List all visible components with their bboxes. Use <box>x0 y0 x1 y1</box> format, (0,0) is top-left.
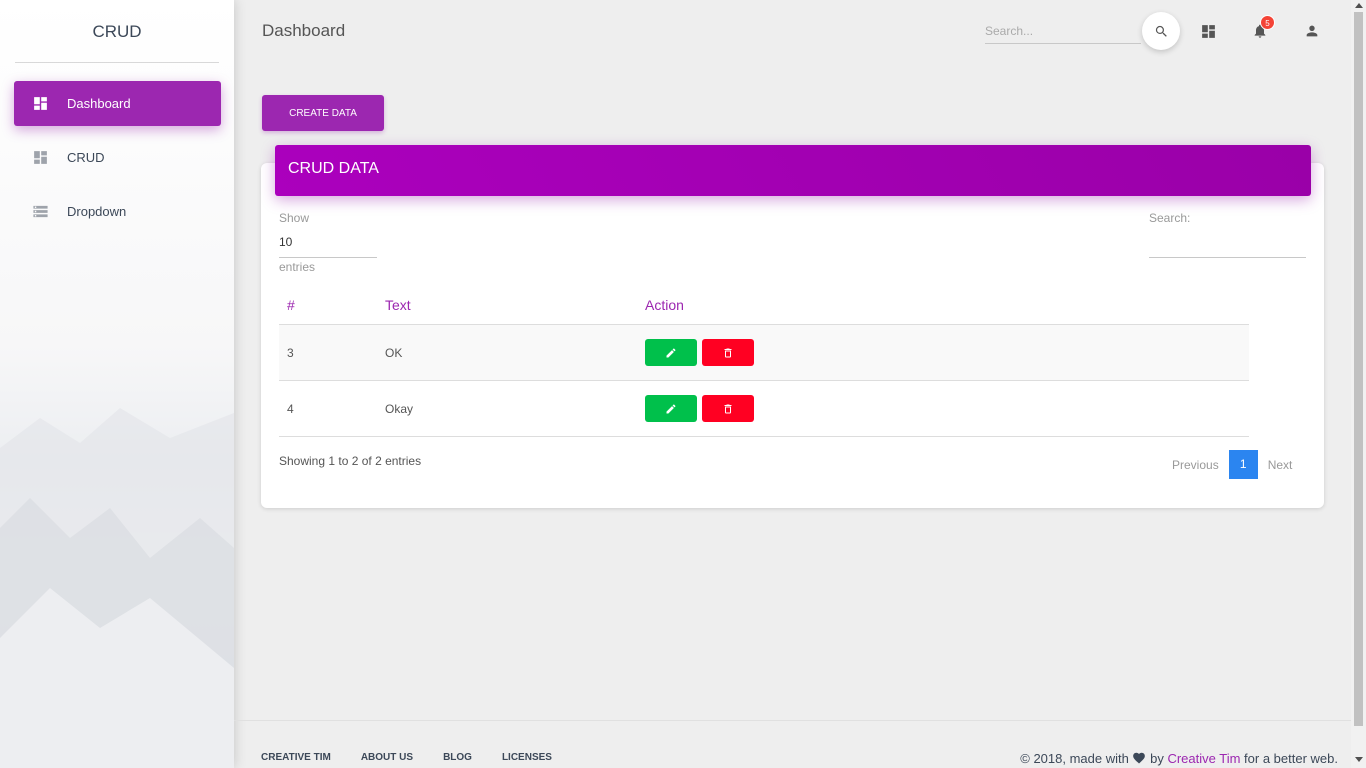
footer-link-about-us[interactable]: ABOUT US <box>361 752 413 763</box>
crud-table: # Text Action 3 OK 4 Okay <box>279 285 1249 437</box>
storage-icon <box>32 203 49 220</box>
notification-badge: 5 <box>1260 15 1275 30</box>
table-search-input[interactable] <box>1149 233 1306 258</box>
row-actions <box>644 395 1249 422</box>
search-button[interactable] <box>1142 12 1180 50</box>
table-info: Showing 1 to 2 of 2 entries <box>279 454 422 468</box>
scroll-up-icon[interactable] <box>1355 3 1363 8</box>
copyright: © 2018, made with by Creative Tim for a … <box>1020 751 1338 766</box>
column-header-id[interactable]: # <box>279 297 385 313</box>
creative-tim-link[interactable]: Creative Tim <box>1167 751 1240 766</box>
sidebar-item-label: CRUD <box>67 150 105 165</box>
navbar: Dashboard 5 <box>234 0 1351 63</box>
sidebar-item-crud[interactable]: CRUD <box>14 135 221 180</box>
footer-links: CREATIVE TIM ABOUT US BLOG LICENSES <box>261 752 552 763</box>
column-header-text[interactable]: Text <box>385 297 644 313</box>
sidebar-nav: Dashboard CRUD Dropdown <box>0 63 234 234</box>
sidebar: CRUD Dashboard CRUD Dropdown <box>0 0 234 768</box>
scroll-down-icon[interactable] <box>1355 757 1363 762</box>
show-label: Show <box>279 211 310 225</box>
pagination-previous[interactable]: Previous <box>1162 458 1229 472</box>
trash-icon <box>724 348 732 357</box>
sidebar-item-dashboard[interactable]: Dashboard <box>14 81 221 126</box>
heart-icon <box>1133 752 1146 764</box>
dashboard-nav-button[interactable] <box>1196 19 1220 43</box>
vertical-scrollbar[interactable] <box>1351 0 1366 768</box>
dashboard-icon <box>1201 24 1215 38</box>
search-input[interactable] <box>985 18 1141 44</box>
dashboard-icon <box>32 95 49 112</box>
entries-label: entries <box>279 260 316 274</box>
dashboard-icon <box>32 149 49 166</box>
scrollbar-thumb[interactable] <box>1354 12 1363 726</box>
copyright-prefix: © 2018, made with <box>1020 751 1129 766</box>
copyright-by: by <box>1150 751 1164 766</box>
create-data-button[interactable]: CREATE DATA <box>262 95 384 131</box>
pagination-page-current[interactable]: 1 <box>1228 450 1258 479</box>
page-size-select[interactable]: 10 <box>279 233 377 258</box>
sidebar-brand[interactable]: CRUD <box>0 0 234 63</box>
person-icon <box>1306 25 1318 37</box>
table-row: 3 OK <box>279 325 1249 381</box>
footer-link-licenses[interactable]: LICENSES <box>502 752 552 763</box>
sidebar-item-label: Dashboard <box>67 96 131 111</box>
page-title[interactable]: Dashboard <box>262 21 345 41</box>
delete-button[interactable] <box>702 395 754 422</box>
edit-button[interactable] <box>645 395 697 422</box>
user-menu-button[interactable] <box>1300 19 1324 43</box>
pagination: Previous 1 Next <box>1162 450 1302 479</box>
table-header: # Text Action <box>279 285 1249 325</box>
trash-icon <box>724 404 732 413</box>
footer: CREATIVE TIM ABOUT US BLOG LICENSES © 20… <box>234 720 1351 768</box>
footer-link-creative-tim[interactable]: CREATIVE TIM <box>261 752 331 763</box>
edit-button[interactable] <box>645 339 697 366</box>
row-id: 3 <box>287 345 294 360</box>
column-header-action[interactable]: Action <box>644 297 1249 313</box>
row-id: 4 <box>287 401 294 416</box>
row-text: Okay <box>385 401 414 416</box>
pencil-icon <box>666 403 676 413</box>
search-icon <box>1155 25 1167 37</box>
copyright-suffix: for a better web. <box>1244 751 1338 766</box>
row-text: OK <box>385 345 403 360</box>
table-row: 4 Okay <box>279 381 1249 437</box>
crud-data-card: CRUD DATA Show 10 entries Search: # Text… <box>261 145 1324 508</box>
footer-link-blog[interactable]: BLOG <box>443 752 472 763</box>
sidebar-background-image <box>0 408 234 768</box>
sidebar-item-dropdown[interactable]: Dropdown <box>14 189 221 234</box>
main-panel: Dashboard 5 CREATE DATA CRUD DATA Show 1… <box>234 0 1351 768</box>
card-title: CRUD DATA <box>275 145 1311 196</box>
table-search-label: Search: <box>1149 211 1191 225</box>
delete-button[interactable] <box>702 339 754 366</box>
sidebar-item-label: Dropdown <box>67 204 127 219</box>
pagination-next[interactable]: Next <box>1258 458 1303 472</box>
pencil-icon <box>666 347 676 357</box>
row-actions <box>644 339 1249 366</box>
